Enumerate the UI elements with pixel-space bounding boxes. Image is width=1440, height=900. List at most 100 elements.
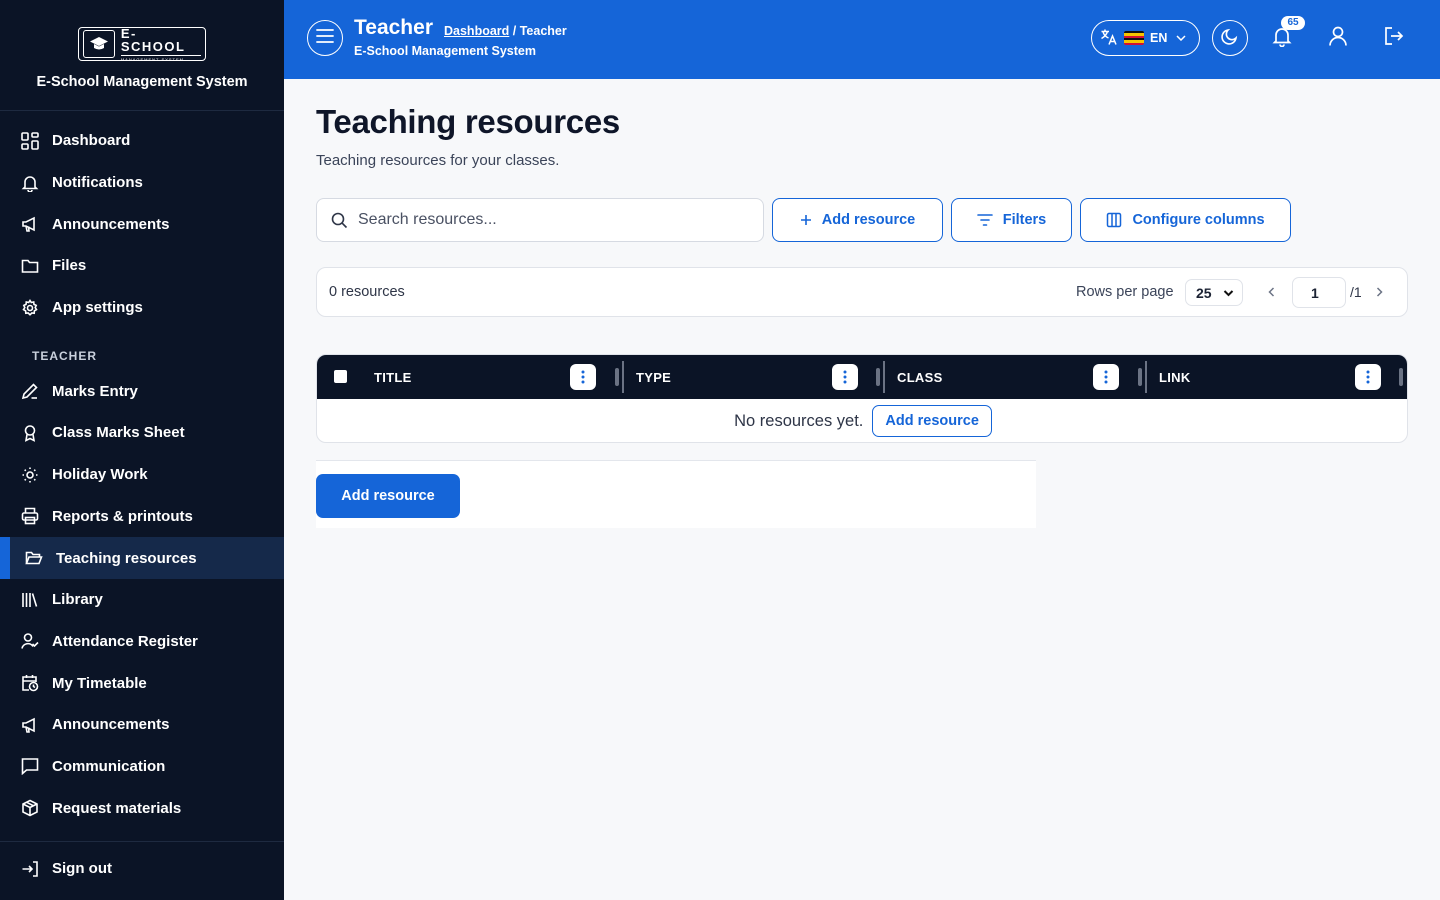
sidebar-item-holiday-work[interactable]: Holiday Work [0, 454, 284, 496]
sidebar-item-label: Files [52, 257, 87, 275]
sidebar-item-notifications[interactable]: Notifications [0, 162, 284, 204]
configure-columns-label: Configure columns [1132, 212, 1265, 228]
filters-label: Filters [1002, 212, 1047, 228]
sidebar-item-reports-printouts[interactable]: Reports & printouts [0, 496, 284, 538]
dashboard-grid-icon [20, 131, 40, 151]
more-vertical-icon [581, 370, 585, 384]
column-divider [622, 361, 624, 393]
type-column-resizer[interactable] [876, 368, 880, 386]
column-header-link[interactable]: LINK [1159, 370, 1191, 385]
empty-state-add-resource-button[interactable]: Add resource [872, 405, 992, 437]
chevron-right-icon [1376, 287, 1383, 297]
sidebar-item-library[interactable]: Library [0, 579, 284, 621]
theme-toggle-button[interactable] [1212, 20, 1248, 56]
add-resource-label: Add resource [821, 212, 916, 228]
sidebar-item-teaching-resources[interactable]: Teaching resources [0, 537, 284, 579]
sidebar-item-label: Attendance Register [52, 632, 198, 650]
sidebar-item-label: Class Marks Sheet [52, 424, 185, 442]
column-header-title[interactable]: TITLE [374, 370, 412, 385]
plus-icon [800, 214, 812, 226]
package-icon [20, 798, 40, 818]
megaphone-icon [20, 715, 40, 735]
add-resource-button[interactable]: Add resource [772, 198, 943, 242]
more-vertical-icon [1104, 370, 1108, 384]
sidebar-item-marks-entry[interactable]: Marks Entry [0, 370, 284, 412]
sidebar-item-label: App settings [52, 299, 143, 317]
sidebar-item-label: Holiday Work [52, 466, 148, 484]
type-column-menu-button[interactable] [832, 364, 858, 390]
table-info-bar: 0 resources Rows per page 25 1 /1 [316, 267, 1408, 317]
sidebar: E-SCHOOL MANAGEMENT SYSTEM E-School Mana… [0, 0, 284, 900]
sidebar-item-label: Marks Entry [52, 382, 138, 400]
empty-state: No resources yet. Add resource [317, 405, 1407, 437]
sidebar-item-label: Sign out [52, 860, 112, 878]
search-box [316, 198, 764, 242]
sidebar-item-label: Notifications [52, 174, 143, 192]
sidebar-item-announcements[interactable]: Announcements [0, 203, 284, 245]
filter-lines-icon [976, 213, 993, 227]
moon-icon [1221, 27, 1239, 50]
user-icon [1327, 25, 1349, 52]
sidebar-item-label: My Timetable [52, 674, 147, 692]
column-header-class[interactable]: CLASS [897, 370, 943, 385]
megaphone-icon [20, 214, 40, 234]
add-resource-primary-button[interactable]: Add resource [316, 474, 460, 518]
sidebar-nav: Dashboard Notifications Announcements Fi… [0, 120, 284, 829]
logout-icon [1383, 25, 1405, 52]
link-column-resizer[interactable] [1399, 368, 1403, 386]
sidebar-item-communication[interactable]: Communication [0, 746, 284, 788]
filters-button[interactable]: Filters [951, 198, 1072, 242]
class-column-resizer[interactable] [1138, 368, 1142, 386]
header-subtitle: E-School Management System [354, 44, 536, 58]
sidebar-item-class-marks-sheet[interactable]: Class Marks Sheet [0, 412, 284, 454]
logo[interactable]: E-SCHOOL MANAGEMENT SYSTEM [78, 27, 206, 61]
sidebar-item-label: Dashboard [52, 132, 131, 150]
rows-per-page-value: 25 [1196, 284, 1212, 301]
printer-icon [20, 506, 40, 526]
folder-open-icon [24, 548, 44, 568]
sidebar-item-label: Teaching resources [56, 549, 197, 567]
title-column-menu-button[interactable] [570, 364, 596, 390]
sidebar-item-my-timetable[interactable]: My Timetable [0, 662, 284, 704]
signout-section: Sign out [0, 841, 284, 890]
calendar-clock-icon [20, 673, 40, 693]
language-selector[interactable]: EN [1091, 20, 1200, 56]
link-column-menu-button[interactable] [1355, 364, 1381, 390]
search-input[interactable] [358, 211, 738, 229]
class-column-menu-button[interactable] [1093, 364, 1119, 390]
sidebar-item-attendance-register[interactable]: Attendance Register [0, 621, 284, 663]
next-page-button[interactable] [1369, 282, 1389, 302]
sidebar-item-files[interactable]: Files [0, 245, 284, 287]
breadcrumb-dashboard-link[interactable]: Dashboard [444, 24, 509, 38]
sidebar-item-dashboard[interactable]: Dashboard [0, 120, 284, 162]
more-vertical-icon [1366, 370, 1370, 384]
header-title: Teacher [354, 16, 433, 39]
chevron-down-icon [1176, 35, 1186, 41]
breadcrumb-current: / Teacher [512, 24, 567, 38]
configure-columns-button[interactable]: Configure columns [1080, 198, 1291, 242]
page-title: Teaching resources [316, 103, 620, 140]
column-divider [883, 361, 885, 393]
rows-per-page-select[interactable]: 25 [1185, 279, 1243, 306]
brand-name: E-School Management System [36, 74, 248, 90]
logo-sub-text: MANAGEMENT SYSTEM [120, 56, 184, 62]
search-icon [331, 212, 348, 229]
page-number-input[interactable]: 1 [1292, 277, 1346, 308]
menu-toggle-button[interactable] [307, 20, 343, 56]
select-all-checkbox[interactable] [334, 370, 347, 383]
chevron-left-icon [1267, 287, 1275, 297]
sidebar-item-label: Announcements [52, 215, 170, 233]
sidebar-item-request-materials[interactable]: Request materials [0, 787, 284, 829]
logout-button[interactable] [1380, 24, 1408, 52]
rows-per-page-label: Rows per page [1076, 284, 1174, 300]
previous-page-button[interactable] [1261, 282, 1281, 302]
profile-button[interactable] [1324, 24, 1352, 52]
sidebar-item-sign-out[interactable]: Sign out [0, 848, 284, 890]
sidebar-item-label: Announcements [52, 716, 170, 734]
sidebar-item-announcements-teacher[interactable]: Announcements [0, 704, 284, 746]
sidebar-item-app-settings[interactable]: App settings [0, 287, 284, 329]
column-header-type[interactable]: TYPE [636, 370, 671, 385]
uganda-flag-icon [1124, 31, 1144, 45]
title-column-resizer[interactable] [615, 368, 619, 386]
language-code: EN [1150, 31, 1168, 45]
